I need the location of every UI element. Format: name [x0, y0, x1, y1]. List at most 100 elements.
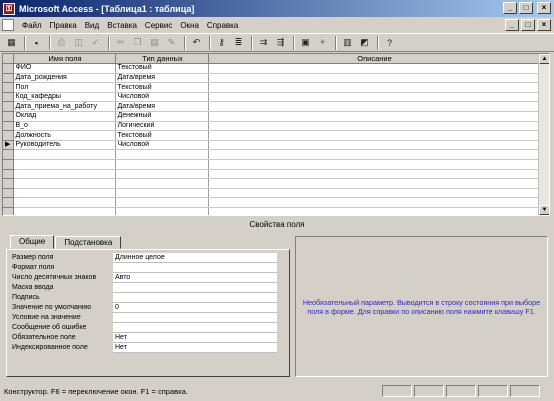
resize-grip-icon[interactable] — [542, 385, 554, 397]
help-icon[interactable]: ? — [382, 35, 397, 50]
data-type-cell[interactable]: Логический — [115, 121, 209, 132]
indexes-icon[interactable]: ≣ — [231, 35, 246, 50]
empty-cell[interactable] — [13, 149, 116, 161]
table-row[interactable]: В_о Логический — [3, 121, 540, 132]
empty-row[interactable] — [3, 207, 540, 215]
minimize-button[interactable]: _ — [503, 2, 517, 14]
primary-key-icon[interactable]: ⚷ — [214, 35, 229, 50]
empty-cell[interactable] — [115, 178, 209, 189]
copy-icon[interactable]: ❐ — [130, 35, 145, 50]
property-value-field[interactable] — [113, 263, 277, 273]
doc-minimize-button[interactable]: _ — [505, 19, 519, 31]
field-name-cell[interactable]: Руководитель — [13, 140, 116, 151]
row-selector[interactable] — [3, 149, 14, 161]
empty-cell[interactable] — [13, 169, 116, 180]
empty-cell[interactable] — [208, 188, 540, 199]
current-row-selector-icon[interactable]: ▶ — [3, 140, 14, 151]
empty-cell[interactable] — [115, 169, 209, 180]
property-value-field[interactable]: Нет — [113, 343, 277, 353]
empty-row[interactable] — [3, 169, 540, 180]
description-cell[interactable] — [208, 130, 540, 141]
empty-cell[interactable] — [13, 197, 116, 208]
empty-cell[interactable] — [208, 169, 540, 180]
scroll-up-icon[interactable]: ▲ — [539, 54, 549, 64]
empty-row[interactable] — [3, 159, 540, 170]
property-value-field[interactable]: 0 — [113, 303, 277, 313]
spelling-icon[interactable]: ✓ — [88, 35, 103, 50]
empty-cell[interactable] — [208, 178, 540, 189]
field-name-cell[interactable]: Пол — [13, 82, 116, 93]
empty-row[interactable] — [3, 188, 540, 199]
description-cell[interactable] — [208, 82, 540, 93]
description-cell[interactable] — [208, 63, 540, 74]
table-row[interactable]: ФИО Текстовый — [3, 63, 540, 74]
property-value-field[interactable]: Длинное целое — [113, 253, 277, 263]
empty-row[interactable] — [3, 149, 540, 161]
row-selector[interactable] — [3, 82, 14, 93]
empty-cell[interactable] — [115, 207, 209, 215]
row-selector[interactable] — [3, 101, 14, 113]
menu-tools[interactable]: Сервис — [141, 21, 176, 30]
table-row[interactable]: Код_кафедры Числовой — [3, 92, 540, 103]
empty-cell[interactable] — [208, 149, 540, 161]
row-selector[interactable] — [3, 178, 14, 189]
description-cell[interactable] — [208, 140, 540, 151]
empty-cell[interactable] — [115, 159, 209, 170]
empty-cell[interactable] — [13, 159, 116, 170]
menu-view[interactable]: Вид — [81, 21, 103, 30]
property-value-field[interactable] — [113, 313, 277, 323]
menu-edit[interactable]: Правка — [46, 21, 81, 30]
row-selector[interactable] — [3, 121, 14, 132]
property-value-field[interactable] — [113, 283, 277, 293]
empty-cell[interactable] — [115, 188, 209, 199]
data-type-cell[interactable]: Дата/время — [115, 101, 209, 113]
row-selector[interactable] — [3, 92, 14, 103]
cut-icon[interactable]: ✂ — [113, 35, 128, 50]
data-type-cell[interactable]: Числовой — [115, 92, 209, 103]
tab-lookup[interactable]: Подстановка — [55, 236, 122, 249]
undo-icon[interactable]: ↶ — [189, 35, 204, 50]
field-name-cell[interactable]: Должность — [13, 130, 116, 141]
description-cell[interactable] — [208, 101, 540, 113]
description-cell[interactable] — [208, 73, 540, 84]
description-cell[interactable] — [208, 121, 540, 132]
view-icon[interactable]: ▦ — [4, 35, 19, 50]
row-selector[interactable] — [3, 63, 14, 74]
property-value-field[interactable]: Авто — [113, 273, 277, 283]
menu-file[interactable]: Файл — [18, 21, 46, 30]
table-row[interactable]: Дата_рождения Дата/время — [3, 73, 540, 84]
field-name-cell[interactable]: В_о — [13, 121, 116, 132]
data-type-cell[interactable]: Текстовый — [115, 130, 209, 141]
row-selector[interactable] — [3, 130, 14, 141]
print-preview-icon[interactable]: ◫ — [71, 35, 86, 50]
empty-cell[interactable] — [115, 149, 209, 161]
row-selector[interactable] — [3, 188, 14, 199]
empty-cell[interactable] — [13, 178, 116, 189]
description-cell[interactable] — [208, 92, 540, 103]
print-icon[interactable]: ⎙ — [54, 35, 69, 50]
data-type-cell[interactable]: Денежный — [115, 111, 209, 122]
row-selector[interactable] — [3, 169, 14, 180]
insert-rows-icon[interactable]: ⇉ — [256, 35, 271, 50]
property-value-field[interactable]: Нет — [113, 333, 277, 343]
empty-cell[interactable] — [13, 188, 116, 199]
close-button[interactable]: × — [537, 2, 551, 14]
field-name-cell[interactable]: ФИО — [13, 63, 116, 74]
table-document-icon[interactable] — [2, 19, 14, 31]
scroll-down-icon[interactable]: ▼ — [539, 205, 549, 215]
properties-icon[interactable]: ▣ — [298, 35, 313, 50]
empty-cell[interactable] — [208, 159, 540, 170]
field-name-cell[interactable]: Код_кафедры — [13, 92, 116, 103]
table-row[interactable]: Пол Текстовый — [3, 82, 540, 93]
paste-icon[interactable]: ▤ — [147, 35, 162, 50]
format-painter-icon[interactable]: ✎ — [164, 35, 179, 50]
field-name-cell[interactable]: Дата_рождения — [13, 73, 116, 84]
table-row[interactable]: Дата_приема_на_работу Дата/время — [3, 101, 540, 113]
menu-help[interactable]: Справка — [203, 21, 242, 30]
doc-restore-button[interactable]: □ — [521, 19, 535, 31]
row-selector[interactable] — [3, 207, 14, 215]
empty-cell[interactable] — [115, 197, 209, 208]
row-selector[interactable] — [3, 159, 14, 170]
new-object-icon[interactable]: ◩ — [357, 35, 372, 50]
tab-general[interactable]: Общие — [10, 235, 55, 249]
